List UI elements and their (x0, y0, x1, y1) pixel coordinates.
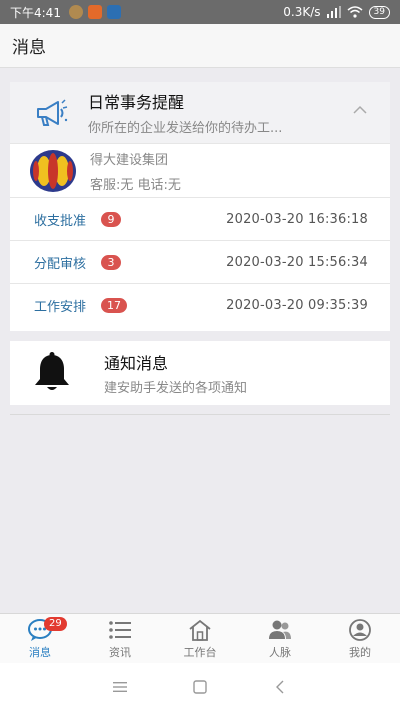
page-title: 消息 (12, 38, 46, 58)
count-badge: 3 (101, 254, 121, 270)
app-notification-icon (106, 5, 121, 19)
megaphone-icon (32, 93, 72, 133)
list-item[interactable]: 收支批准 9 2020-03-20 16:36:18 (10, 198, 390, 241)
menu-icon (113, 682, 127, 692)
tab-contacts[interactable]: 人脉 (240, 614, 320, 663)
bottom-tab-bar: 消息 29 资讯 工作台 人脉 我的 (0, 613, 400, 663)
app-notification-icon (68, 5, 83, 19)
notice-card[interactable]: 通知消息 建安助手发送的各项通知 (10, 341, 390, 405)
item-date: 2020-03-20 09:35:39 (226, 298, 368, 313)
item-label: 工作安排 (34, 300, 87, 315)
net-speed: 0.3K/s (283, 5, 321, 19)
page-header: 消息 (0, 24, 400, 68)
tab-label: 工作台 (183, 645, 217, 659)
tab-me[interactable]: 我的 (320, 614, 400, 663)
back-icon (276, 680, 284, 694)
battery-indicator: 39 (368, 5, 390, 19)
unread-badge: 29 (44, 617, 67, 631)
user-icon (349, 618, 371, 641)
notice-subtitle: 建安助手发送的各项通知 (104, 381, 248, 396)
home-icon (189, 619, 211, 641)
chevron-up-icon[interactable] (352, 102, 368, 118)
count-badge: 9 (101, 211, 121, 227)
system-nav-bar (0, 663, 400, 711)
item-label: 分配审核 (34, 256, 87, 272)
count-badge: 17 (101, 298, 127, 313)
list-item[interactable]: 工作安排 17 2020-03-20 09:35:39 (10, 284, 390, 327)
tab-label: 消息 (29, 645, 51, 659)
wifi-icon (347, 6, 363, 18)
list-item[interactable]: 分配审核 3 2020-03-20 15:56:34 (10, 241, 390, 284)
tab-workbench[interactable]: 工作台 (160, 614, 240, 663)
company-logo (30, 149, 76, 192)
item-date: 2020-03-20 16:36:18 (226, 211, 368, 227)
menu-button[interactable] (110, 677, 130, 697)
bell-icon (35, 352, 69, 390)
tab-messages[interactable]: 消息 29 (0, 614, 80, 663)
item-label: 收支批准 (34, 213, 87, 229)
tab-label: 人脉 (269, 645, 291, 659)
item-date: 2020-03-20 15:56:34 (226, 254, 368, 270)
people-icon (269, 620, 291, 639)
divider (10, 414, 390, 415)
tab-label: 我的 (349, 645, 371, 659)
reminder-card-header[interactable]: 日常事务提醒 你所在的企业发送给你的待办工... (10, 82, 390, 144)
back-button[interactable] (270, 677, 290, 697)
notice-title: 通知消息 (104, 354, 169, 373)
signal-icon (326, 6, 341, 18)
home-button[interactable] (190, 677, 210, 697)
status-bar: 下午4:41 0.3K/s 39 (0, 0, 400, 24)
reminder-title: 日常事务提醒 (88, 93, 185, 112)
status-time: 下午4:41 (10, 5, 61, 20)
list-icon (109, 620, 131, 639)
tab-news[interactable]: 资讯 (80, 614, 160, 663)
tab-label: 资讯 (109, 645, 131, 659)
company-info[interactable]: 得大建设集团 客服:无 电话:无 (10, 144, 390, 198)
square-icon (193, 680, 207, 694)
app-notification-icon (87, 5, 102, 19)
reminder-card: 日常事务提醒 你所在的企业发送给你的待办工... 得大建设集团 客服:无 电话:… (10, 82, 390, 331)
company-name: 得大建设集团 (90, 152, 169, 168)
company-contact: 客服:无 电话:无 (90, 177, 181, 193)
reminder-subtitle: 你所在的企业发送给你的待办工... (88, 121, 283, 136)
